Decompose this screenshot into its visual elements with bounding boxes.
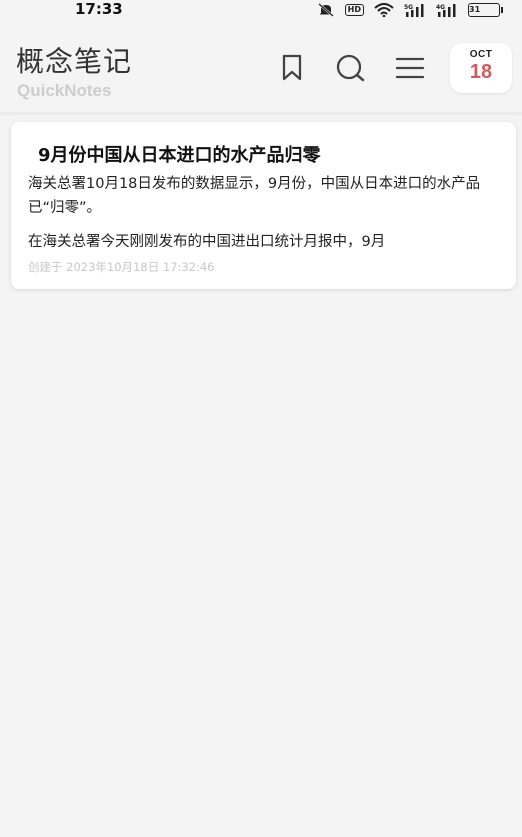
mute-icon	[317, 3, 335, 17]
search-icon	[336, 54, 365, 82]
note-created-time: 创建于 2023年10月18日 17:32:46	[28, 260, 215, 274]
app-title: 概念笔记	[16, 45, 133, 78]
bookmark-icon	[282, 54, 302, 81]
note-title: 9月份中国从日本进口的水产品归零	[38, 145, 321, 166]
date-badge[interactable]: OCT 18	[450, 43, 512, 93]
note-preview-paragraph: 在海关总署今天刚刚发布的中国进出口统计月报中，9月	[28, 234, 386, 250]
date-day: 18	[469, 61, 493, 83]
status-bar: 17:33 HD 5G 4G 31	[0, 0, 522, 20]
note-preview: 海关总署10月18日发布的数据显示，9月份，中国从日本进口的水产品已“归零”。 …	[28, 172, 508, 254]
search-button[interactable]	[333, 51, 367, 85]
svg-text:5G: 5G	[404, 4, 413, 11]
signal-4g-icon: 4G	[436, 3, 458, 17]
hd-icon: HD	[344, 4, 364, 16]
battery-icon: 31	[468, 3, 503, 17]
date-month: OCT	[469, 49, 493, 60]
status-time: 17:33	[75, 0, 123, 18]
note-card[interactable]: 9月份中国从日本进口的水产品归零 海关总署10月18日发布的数据显示，9月份，中…	[11, 122, 516, 289]
svg-text:4G: 4G	[436, 4, 445, 11]
bookmark-button[interactable]	[275, 51, 309, 85]
signal-5g-icon: 5G	[404, 3, 426, 17]
app-header: 概念笔记 QuickNotes OCT 18	[0, 20, 522, 115]
menu-button[interactable]	[393, 51, 427, 85]
status-icons: HD 5G 4G 31	[317, 2, 503, 18]
menu-icon	[395, 57, 425, 79]
wifi-icon	[374, 3, 394, 17]
app-subtitle: QuickNotes	[17, 81, 112, 100]
note-preview-paragraph: 海关总署10月18日发布的数据显示，9月份，中国从日本进口的水产品已“归零”。	[28, 176, 481, 216]
